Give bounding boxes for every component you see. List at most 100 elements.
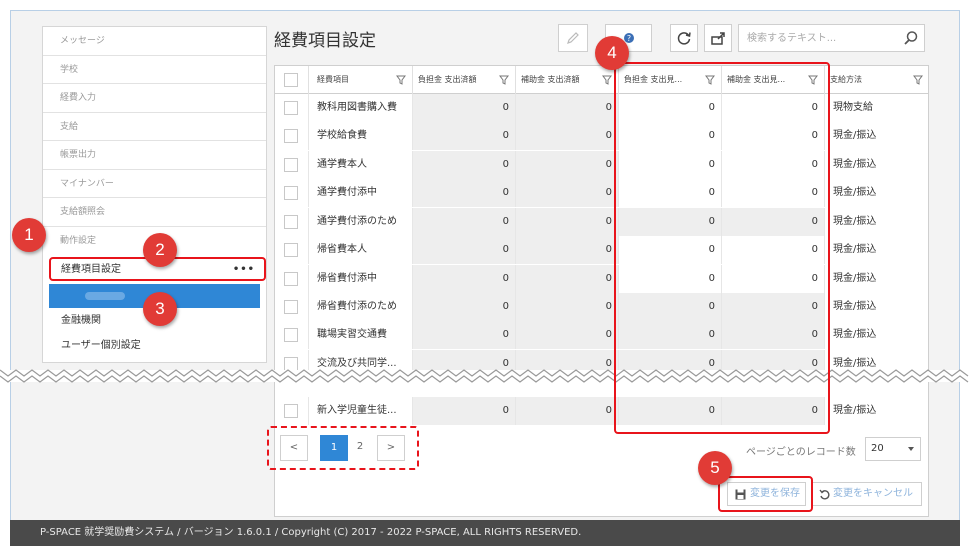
cell-subsidy-spent: 0 — [516, 94, 619, 123]
cell-subsidy-spent: 0 — [516, 122, 619, 151]
cell-expense-item: 通学費付添のため — [309, 208, 413, 237]
filter-icon[interactable] — [499, 75, 509, 85]
table-row[interactable]: 帰省費付添のため 0 0 0 0 現金/振込 — [275, 293, 929, 322]
cell-expense-item: 学校給食費 — [309, 122, 413, 151]
cell-payment-method[interactable]: 現金/振込 — [825, 293, 929, 321]
annotation-badge-3: 3 — [143, 292, 177, 326]
cell-subsidy-spent: 0 — [516, 151, 619, 180]
cell-burden-spent: 0 — [413, 94, 516, 123]
row-checkbox[interactable] — [284, 328, 298, 342]
cell-payment-method[interactable]: 現金/振込 — [825, 208, 929, 236]
sidebar-item-school[interactable]: 学校 — [43, 56, 266, 84]
annotation-badge-2: 2 — [143, 233, 177, 267]
cell-payment-method[interactable]: 現金/振込 — [825, 321, 929, 349]
cell-select — [275, 397, 309, 426]
page-title: 経費項目設定 — [274, 31, 376, 51]
cell-select — [275, 208, 309, 237]
annotation-badge-1: 1 — [12, 218, 46, 252]
row-checkbox[interactable] — [284, 243, 298, 257]
row-checkbox[interactable] — [284, 101, 298, 115]
cell-burden-spent: 0 — [413, 321, 516, 350]
edit-button[interactable] — [558, 24, 588, 52]
cell-subsidy-spent: 0 — [516, 293, 619, 322]
row-checkbox[interactable] — [284, 215, 298, 229]
cell-subsidy-spent: 0 — [516, 179, 619, 208]
row-checkbox[interactable] — [284, 158, 298, 172]
row-checkbox[interactable] — [284, 186, 298, 200]
cell-burden-spent: 0 — [413, 397, 516, 426]
header-burden-spent[interactable]: 負担金 支出済額 — [413, 66, 516, 94]
cell-subsidy-spent: 0 — [516, 265, 619, 294]
cell-payment-method[interactable]: 現金/振込 — [825, 179, 929, 207]
row-checkbox[interactable] — [284, 404, 298, 418]
cell-payment-method[interactable]: 現金/振込 — [825, 151, 929, 179]
cell-payment-method[interactable]: 現金/振込 — [825, 236, 929, 264]
cell-select — [275, 321, 309, 350]
filter-icon[interactable] — [913, 75, 923, 85]
cell-select — [275, 293, 309, 322]
cell-burden-spent: 0 — [413, 151, 516, 180]
refresh-button[interactable] — [670, 24, 698, 52]
filter-icon[interactable] — [602, 75, 612, 85]
blurred-label — [85, 292, 125, 300]
search-box — [738, 24, 925, 52]
sidebar-item-my-number[interactable]: マイナンバー — [43, 170, 266, 198]
sidebar-item-payment[interactable]: 支給 — [43, 113, 266, 141]
sidebar-item-payment-inquiry[interactable]: 支給額照会 — [43, 198, 266, 227]
sidebar-item-expense-input[interactable]: 経費入力 — [43, 84, 266, 113]
cell-expense-item: 帰省費本人 — [309, 236, 413, 265]
table-row[interactable]: 帰省費本人 0 0 0 0 現金/振込 — [275, 236, 929, 265]
undo-icon — [819, 489, 830, 500]
table-row[interactable]: 通学費付添中 0 0 0 0 現金/振込 — [275, 179, 929, 208]
sidebar-subitem-user-settings[interactable]: ユーザー個別設定 — [51, 335, 261, 357]
header-subsidy-spent[interactable]: 補助金 支出済額 — [516, 66, 619, 94]
svg-text:?: ? — [626, 34, 630, 43]
row-checkbox[interactable] — [284, 129, 298, 143]
table-row[interactable]: 職場実習交通費 0 0 0 0 現金/振込 — [275, 321, 929, 350]
table-row[interactable]: 新入学児童生徒... 0 0 0 0 現金/振込 — [275, 397, 929, 426]
header-payment-method[interactable]: 支給方法 — [825, 66, 929, 94]
table-row[interactable]: 学校給食費 0 0 0 0 現金/振込 — [275, 122, 929, 151]
cell-select — [275, 179, 309, 208]
cell-subsidy-spent: 0 — [516, 321, 619, 350]
pencil-icon — [567, 32, 579, 44]
cell-payment-method[interactable]: 現金/振込 — [825, 397, 929, 425]
cell-burden-spent: 0 — [413, 179, 516, 208]
sidebar-item-messages[interactable]: メッセージ — [43, 27, 266, 56]
refresh-icon — [677, 32, 691, 45]
select-all-checkbox[interactable] — [284, 73, 298, 87]
sidebar-item-report-output[interactable]: 帳票出力 — [43, 141, 266, 170]
export-button[interactable] — [704, 24, 732, 52]
row-checkbox[interactable] — [284, 300, 298, 314]
records-per-page-select[interactable]: 20 — [865, 437, 921, 461]
cell-expense-item: 通学費本人 — [309, 151, 413, 180]
cell-payment-method[interactable]: 現金/振込 — [825, 122, 929, 150]
table-row[interactable]: 教科用図書購入費 0 0 0 0 現物支給 — [275, 94, 929, 123]
table-row[interactable]: 通学費付添のため 0 0 0 0 現金/振込 — [275, 208, 929, 237]
highlight-save-button — [718, 476, 813, 512]
records-per-page-label: ページごとのレコード数 — [746, 447, 856, 458]
cancel-changes-button[interactable]: 変更をキャンセル — [812, 482, 922, 506]
header-expense-item[interactable]: 経費項目 — [309, 66, 413, 94]
table-row[interactable]: 帰省費付添中 0 0 0 0 現金/振込 — [275, 265, 929, 294]
header-select-all — [275, 66, 309, 94]
cell-payment-method[interactable]: 現物支給 — [825, 94, 929, 122]
cell-expense-item: 教科用図書購入費 — [309, 94, 413, 123]
cell-payment-method[interactable]: 現金/振込 — [825, 265, 929, 293]
cell-expense-item: 帰省費付添中 — [309, 265, 413, 294]
cell-select — [275, 94, 309, 123]
table-row[interactable]: 通学費本人 0 0 0 0 現金/振込 — [275, 151, 929, 180]
cell-expense-item: 帰省費付添のため — [309, 293, 413, 322]
search-input[interactable] — [739, 25, 894, 51]
row-checkbox[interactable] — [284, 272, 298, 286]
cell-select — [275, 236, 309, 265]
cell-subsidy-spent: 0 — [516, 208, 619, 237]
chevron-down-icon — [908, 447, 914, 451]
annotation-badge-4: 4 — [595, 36, 629, 70]
grid-header: 経費項目 負担金 支出済額 補助金 支出済額 負担金 支出見... 補助金 支出… — [275, 66, 928, 94]
filter-icon[interactable] — [396, 75, 406, 85]
cell-burden-spent: 0 — [413, 293, 516, 322]
search-icon[interactable] — [903, 30, 919, 46]
cell-burden-spent: 0 — [413, 236, 516, 265]
cell-subsidy-spent: 0 — [516, 236, 619, 265]
